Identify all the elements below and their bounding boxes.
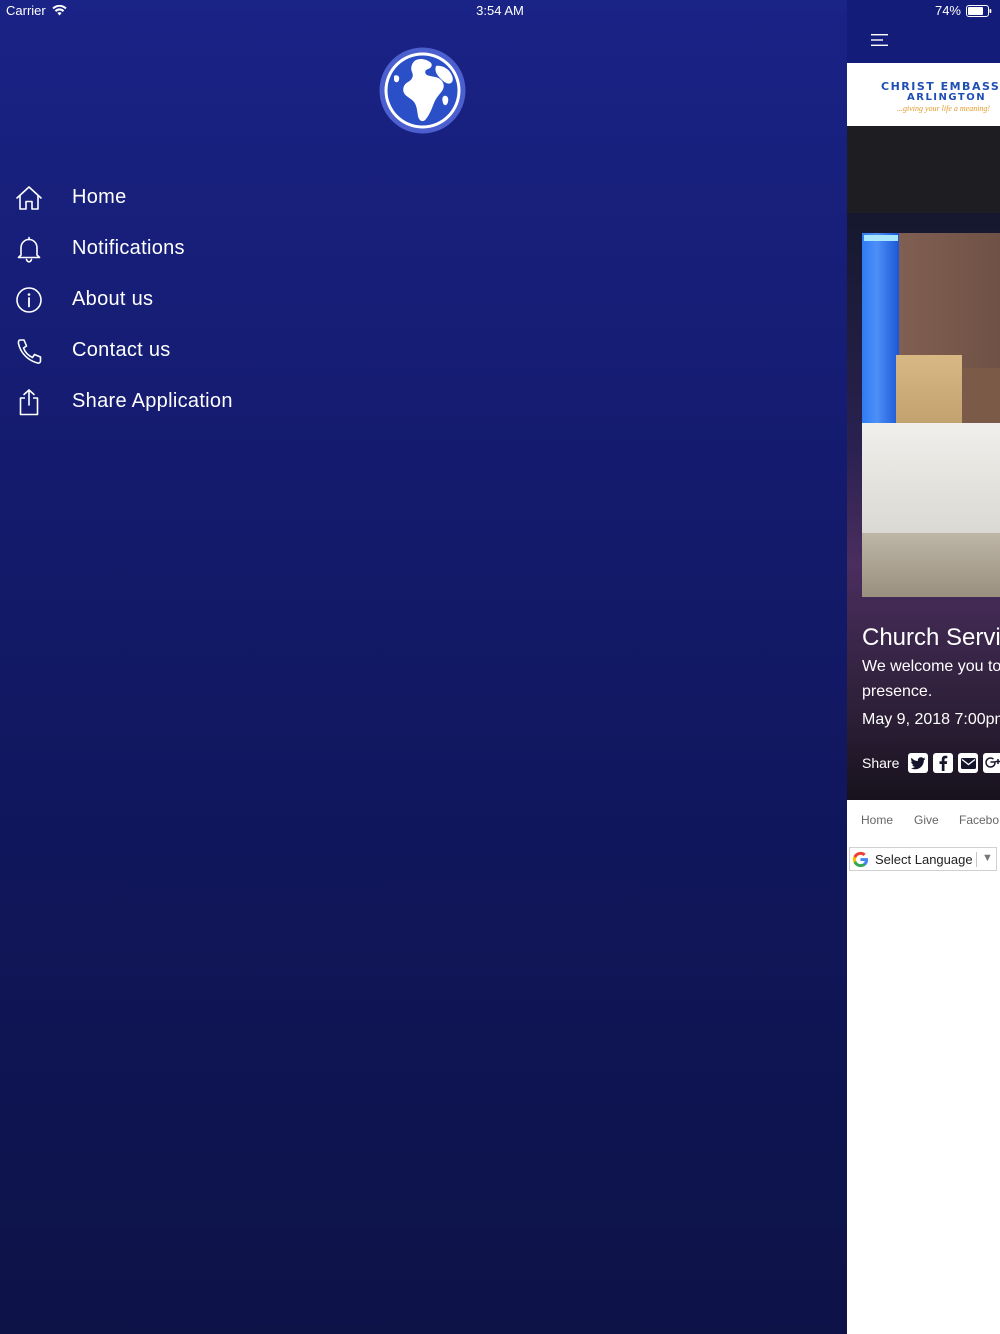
status-carrier: Carrier xyxy=(6,3,67,18)
phone-icon xyxy=(17,339,42,364)
battery-icon xyxy=(966,4,992,17)
event-date: May 9, 2018 7:00pm xyxy=(862,711,1000,728)
hamburger-menu-icon[interactable] xyxy=(871,33,889,47)
menu-item-share-app[interactable]: Share Application xyxy=(0,376,400,427)
twitter-share-button[interactable] xyxy=(908,753,929,773)
google-g-icon xyxy=(852,851,869,868)
image-sofa-shade xyxy=(862,533,1000,597)
event-description-line1: We welcome you to xyxy=(862,658,1000,675)
status-bar: Carrier 3:54 AM 74% xyxy=(0,0,1000,22)
battery-percent: 74% xyxy=(934,3,961,18)
image-cushion-dark xyxy=(962,368,1000,428)
email-share-button[interactable] xyxy=(958,753,979,773)
language-select-divider xyxy=(976,852,977,867)
event-title: Church Servic xyxy=(862,624,1000,651)
brand-location: ARLINGTON xyxy=(907,92,987,103)
facebook-icon xyxy=(939,755,948,771)
footer-nav: Home Give Facebo xyxy=(847,800,1000,840)
image-cushion xyxy=(896,355,962,425)
globe-icon xyxy=(379,47,466,134)
drawer-menu: Home Notifications About us Contact us S… xyxy=(0,172,400,427)
language-select-label: Select Language xyxy=(875,852,973,867)
menu-label-contact: Contact us xyxy=(72,339,171,361)
google-plus-icon xyxy=(985,757,1000,768)
share-label: Share xyxy=(862,755,900,771)
event-image[interactable] xyxy=(862,233,1000,597)
brand-tagline: ...giving your life a meaning! xyxy=(897,104,991,113)
footer-link-home[interactable]: Home xyxy=(861,813,893,827)
info-icon xyxy=(16,287,42,313)
main-content-panel[interactable]: CHRIST EMBASSY ARLINGTON ...giving your … xyxy=(847,0,1000,1334)
menu-item-about[interactable]: About us xyxy=(0,274,400,325)
status-time-wrap: 3:54 AM xyxy=(0,3,1000,18)
event-description-line2: presence. xyxy=(862,683,933,700)
image-blue-light xyxy=(864,235,898,241)
home-icon xyxy=(16,186,42,210)
menu-label-about: About us xyxy=(72,288,154,310)
language-select[interactable]: Select Language ▼ xyxy=(849,847,997,871)
email-icon xyxy=(960,757,976,769)
menu-label-home: Home xyxy=(72,186,127,208)
image-blue-pillar xyxy=(862,233,899,433)
twitter-icon xyxy=(910,756,926,769)
brand-bar[interactable]: CHRIST EMBASSY ARLINGTON ...giving your … xyxy=(847,63,1000,126)
menu-item-home[interactable]: Home xyxy=(0,172,400,223)
menu-item-contact[interactable]: Contact us xyxy=(0,325,400,376)
carrier-label: Carrier xyxy=(6,3,46,18)
facebook-share-button[interactable] xyxy=(933,753,954,773)
chevron-down-icon: ▼ xyxy=(982,852,993,864)
status-time: 3:54 AM xyxy=(476,3,524,18)
menu-item-notifications[interactable]: Notifications xyxy=(0,223,400,274)
side-drawer: Home Notifications About us Contact us S… xyxy=(0,0,847,1334)
event-hero: Church Servic We welcome you to presence… xyxy=(847,213,1000,800)
footer-link-give[interactable]: Give xyxy=(914,813,939,827)
menu-label-notifications: Notifications xyxy=(72,237,185,259)
status-battery: 74% xyxy=(935,3,992,18)
wifi-icon xyxy=(52,5,67,16)
share-row: Share xyxy=(862,753,1000,773)
menu-label-share-app: Share Application xyxy=(72,390,233,412)
footer-link-facebook[interactable]: Facebo xyxy=(959,813,999,827)
google-plus-share-button[interactable] xyxy=(983,753,1000,773)
share-icon xyxy=(19,389,39,416)
dark-banner-strip xyxy=(847,126,1000,213)
bell-icon xyxy=(17,236,41,263)
